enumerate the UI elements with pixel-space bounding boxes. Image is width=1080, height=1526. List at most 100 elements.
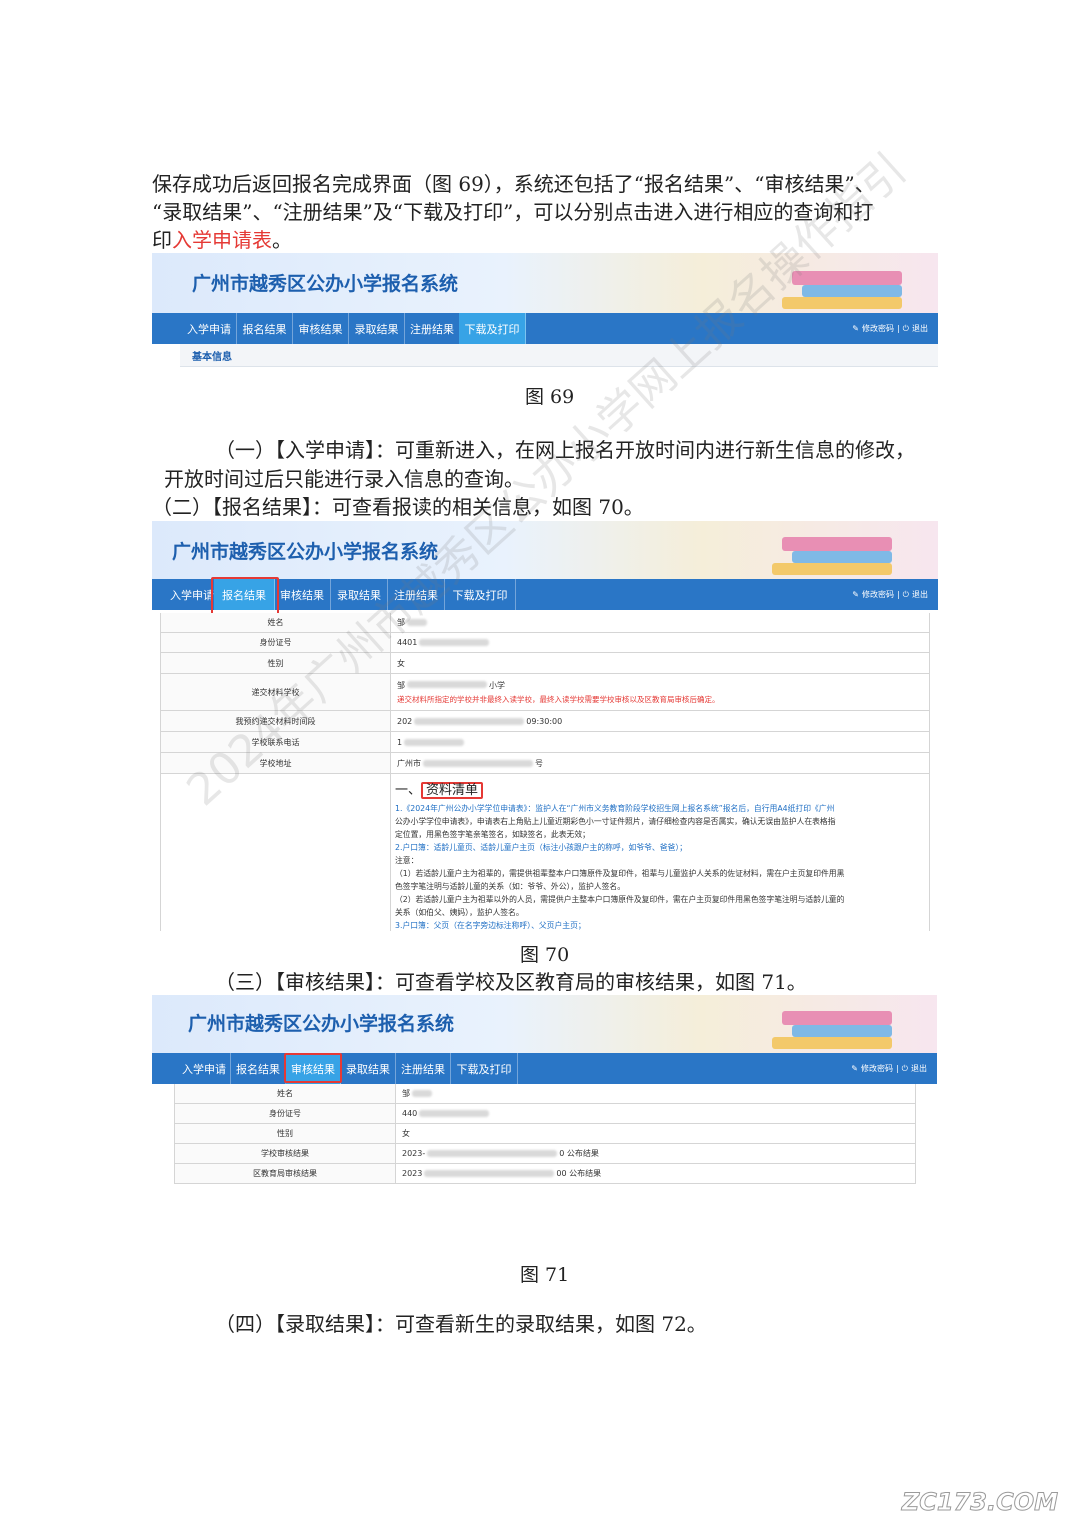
row-value: 1	[391, 732, 466, 752]
bureau-review-value: 2023	[402, 1169, 423, 1178]
id-value: 440	[402, 1109, 418, 1118]
row-label: 姓名	[175, 1084, 396, 1103]
row-value: 2023 00 公布结果	[396, 1164, 601, 1183]
intro-line-2: “录取结果”、“注册结果”及“下载及打印”，可以分别点击进入进行相应的查询和打	[152, 200, 874, 224]
system-banner: 广州市越秀区公办小学报名系统	[152, 995, 937, 1053]
list-line: 定位置，用黑色签字笔亲笔签名，如缺签名，此表无效；	[395, 830, 590, 839]
book-stack-decoration-2	[792, 1025, 892, 1037]
school-value-2: 小学	[489, 680, 505, 690]
figure-71-screenshot: 广州市越秀区公办小学报名系统 入学申请 报名结果 审核结果 录取结果 注册结果 …	[152, 995, 937, 1185]
time-value-2: 09:30:00	[526, 716, 563, 726]
row-value: 女	[402, 1129, 410, 1138]
table-row: 姓名 邹	[175, 1084, 915, 1104]
nav-review-result[interactable]: 审核结果	[293, 313, 349, 344]
list-line: 关系（如伯父、姨妈），监护人签名。	[395, 908, 524, 917]
pencil-icon: ✎	[851, 1064, 858, 1073]
table-row: 性别 女	[161, 653, 929, 674]
nav-apply[interactable]: 入学申请	[178, 1053, 231, 1084]
system-title: 广州市越秀区公办小学报名系统	[172, 541, 439, 563]
nav-separator: |	[896, 324, 900, 333]
nav-separator: |	[896, 590, 900, 599]
list-title-prefix: 一、	[395, 782, 422, 798]
intro-line-1: 保存成功后返回报名完成界面（图 69），系统还包括了“报名结果”、“审核结果”、	[152, 172, 875, 196]
power-icon: ⏻	[902, 323, 909, 333]
row-label: 学校审核结果	[175, 1144, 396, 1163]
list-line: 注意：	[395, 856, 419, 865]
table-row: 性别 女	[175, 1124, 915, 1144]
result-para: （二）【报名结果】：可查看报读的相关信息，如图 70。	[152, 495, 644, 519]
pencil-icon: ✎	[852, 324, 859, 333]
intro-line-3: 印入学申请表。	[152, 226, 292, 254]
system-banner: 广州市越秀区公办小学报名系统	[152, 521, 938, 579]
edit-password-link[interactable]: 修改密码	[862, 323, 894, 334]
nav-download-print[interactable]: 下载及打印	[451, 1053, 518, 1084]
list-line: 色签字笔注明与适龄儿童的关系（如：爷爷、外公），监护人签名。	[395, 882, 626, 891]
nav-enroll-result[interactable]: 报名结果	[231, 1053, 286, 1084]
nav-download-print[interactable]: 下载及打印	[459, 313, 526, 344]
nav-register-result[interactable]: 注册结果	[396, 1053, 451, 1084]
main-nav: 入学申请 报名结果 审核结果 录取结果 注册结果 下载及打印 ✎ 修改密码 | …	[152, 1053, 937, 1084]
nav-admit-result[interactable]: 录取结果	[341, 1053, 396, 1084]
table-row: 区教育局审核结果 2023 00 公布结果	[175, 1164, 915, 1184]
address-value: 广州市	[397, 758, 421, 768]
system-title: 广州市越秀区公办小学报名系统	[188, 1013, 455, 1035]
nav-user-actions: ✎ 修改密码 | ⏻ 退出	[852, 313, 928, 344]
main-nav: 入学申请 报名结果 审核结果 录取结果 注册结果 下载及打印 ✎ 修改密码 | …	[152, 313, 938, 344]
basic-info-section: 基本信息	[180, 344, 938, 367]
nav-register-result[interactable]: 注册结果	[405, 313, 460, 344]
figure-70-caption: 图 70	[520, 944, 570, 966]
row-value: 邹 小学 递交材料所指定的学校并非最终入读学校，最终入读学校需要学校审核以及区教育…	[391, 674, 720, 710]
nav-review-result[interactable]: 审核结果	[274, 579, 331, 610]
pencil-icon: ✎	[852, 590, 859, 599]
book-stack-decoration-2	[792, 551, 892, 563]
table-row: 身份证号 440	[175, 1104, 915, 1124]
row-label: 身份证号	[175, 1104, 396, 1123]
application-form-link[interactable]: 入学申请表	[172, 228, 272, 252]
book-stack-decoration-2	[802, 285, 902, 297]
row-value: 广州市 号	[391, 753, 543, 773]
nav-admit-result[interactable]: 录取结果	[349, 313, 405, 344]
figure-69-caption: 图 69	[525, 386, 575, 408]
materials-list: 一、 资料清单 1.《2024年广州公办小学学位申请表》：监护人在“广州市义务教…	[395, 780, 923, 931]
row-value: 2023- 0 公布结果	[396, 1144, 599, 1163]
time-value: 202	[397, 716, 413, 726]
row-value: 440	[396, 1104, 491, 1123]
list-title: 资料清单	[421, 781, 484, 799]
basic-info-label: 基本信息	[192, 351, 232, 363]
figure-69-screenshot: 广州市越秀区公办小学报名系统 入学申请 报名结果 审核结果 录取结果 注册结果 …	[152, 253, 938, 377]
system-title: 广州市越秀区公办小学报名系统	[192, 273, 459, 295]
row-value: 女	[397, 658, 405, 668]
list-line: （2）若适龄儿童户主为祖辈以外的人员，需提供户主整本户口簿原件及复印件，需在户主…	[395, 895, 845, 904]
list-line: 公办小学学位申请表》，申请表右上角贴上儿童近期彩色小一寸证件照片，请仔细检查内容…	[395, 817, 836, 826]
apply-para-line-2: 开放时间过后只能进行录入信息的查询。	[164, 467, 524, 491]
name-value: 邹	[402, 1089, 410, 1098]
nav-enroll-result[interactable]: 报名结果	[237, 313, 293, 344]
book-stack-decoration-3	[782, 297, 902, 309]
edit-password-link[interactable]: 修改密码	[862, 589, 894, 600]
phone-value: 1	[397, 737, 403, 747]
row-value: 202 09:30:00	[391, 711, 562, 731]
row-label: 区教育局审核结果	[175, 1164, 396, 1183]
nav-user-actions: ✎ 修改密码 | ⏻ 退出	[852, 579, 928, 610]
book-stack-decoration-3	[772, 1037, 892, 1049]
list-line: 1.《2024年广州公办小学学位申请表》：监护人在“广州市义务教育阶段学校招生网…	[395, 804, 835, 813]
intro-line-3-suffix: 。	[272, 228, 292, 252]
address-value-2: 号	[535, 758, 543, 768]
logout-link[interactable]: 退出	[911, 1063, 927, 1074]
book-stack-decoration	[782, 1011, 892, 1025]
figure-71-caption: 图 71	[520, 1264, 570, 1286]
table-row: 身份证号 4401	[161, 633, 929, 653]
school-review-value: 2023-	[402, 1149, 426, 1158]
edit-password-link[interactable]: 修改密码	[861, 1063, 893, 1074]
site-logo: ZC173.COM	[901, 1488, 1058, 1517]
power-icon: ⏻	[901, 1063, 908, 1073]
school-notice: 递交材料所指定的学校并非最终入读学校，最终入读学校需要学校审核以及区教育局审核后…	[397, 694, 720, 704]
nav-apply[interactable]: 入学申请	[182, 313, 237, 344]
logout-link[interactable]: 退出	[912, 589, 928, 600]
intro-line-3-prefix: 印	[152, 228, 172, 252]
row-label: 性别	[175, 1124, 396, 1143]
logout-link[interactable]: 退出	[912, 323, 928, 334]
school-review-value-2: 0 公布结果	[559, 1149, 599, 1158]
admit-para: （四）【录取结果】：可查看新生的录取结果，如图 72。	[215, 1312, 707, 1336]
list-line: 2.户口簿：适龄儿童页、适龄儿童户主页（标注小孩跟户主的称呼，如爷爷、爸爸）；	[395, 843, 688, 852]
